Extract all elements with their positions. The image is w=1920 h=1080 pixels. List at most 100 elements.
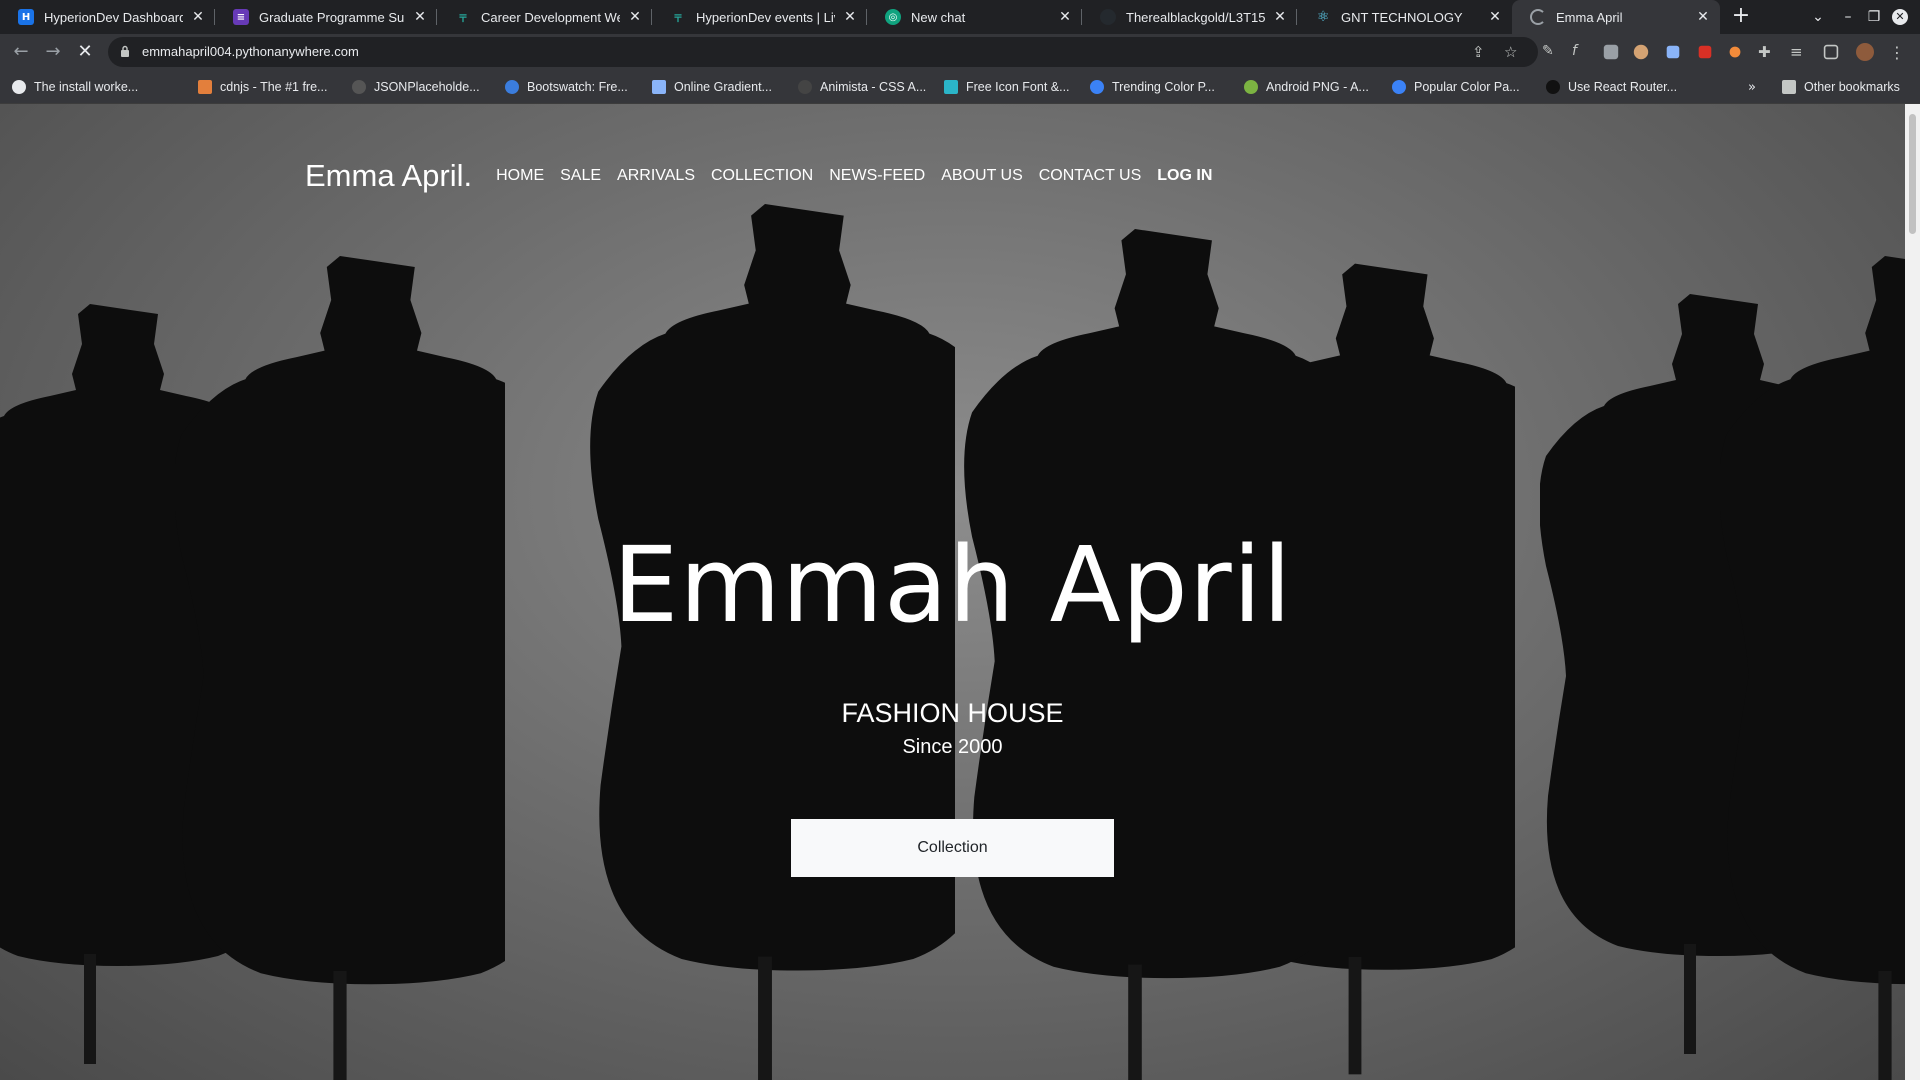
forward-arrow-icon[interactable]: → [40, 39, 66, 65]
loading-icon [1530, 9, 1546, 25]
close-icon[interactable]: ✕ [413, 9, 427, 25]
url-text[interactable]: emmahapril004.pythonanywhere.com [142, 44, 359, 59]
medium-icon [1546, 80, 1560, 94]
avatar-extension-icon[interactable] [1633, 44, 1649, 60]
color-palette-icon [1090, 80, 1104, 94]
tab-title: Career Development Wel [481, 9, 620, 25]
bookmark-item[interactable]: cdnjs - The #1 fre... [198, 78, 327, 96]
hyperiondev-icon: H [18, 9, 34, 25]
media-control-icon[interactable]: ≡ [1790, 43, 1808, 61]
other-bookmarks-folder[interactable]: Other bookmarks [1782, 78, 1900, 96]
browser-toolbar: ← → ✕ emmahapril004.pythonanywhere.com ⇪… [0, 34, 1920, 70]
bookmark-label: Use React Router... [1568, 80, 1678, 94]
close-icon[interactable]: ✕ [843, 9, 857, 25]
page-scrollbar[interactable] [1905, 104, 1920, 1080]
stop-loading-icon[interactable]: ✕ [72, 39, 98, 65]
bookmark-item[interactable]: Bootswatch: Fre... [505, 78, 628, 96]
tab-career-development[interactable]: 〒 Career Development Wel ✕ [437, 0, 652, 34]
nav-sale[interactable]: SALE [560, 167, 601, 185]
mannequin-shape [175, 256, 505, 1080]
collection-button[interactable]: Collection [791, 819, 1114, 877]
new-tab-button[interactable]: + [1728, 4, 1754, 30]
bookmark-label: The install worke... [34, 80, 139, 94]
profile-avatar-icon[interactable] [1856, 43, 1874, 61]
tab-gnt-technology[interactable]: ⚛ GNT TECHNOLOGY ✕ [1297, 0, 1512, 34]
menu-kebab-icon[interactable]: ⋮ [1888, 43, 1906, 62]
animista-icon [798, 80, 812, 94]
json-icon [352, 80, 366, 94]
tab-strip: H HyperionDev Dashboard ✕ ≡ Graduate Pro… [0, 0, 1920, 34]
page-viewport: Emma April. HOME SALE ARRIVALS COLLECTIO… [0, 104, 1905, 1080]
bookmark-item[interactable]: Popular Color Pa... [1392, 78, 1520, 96]
share-icon[interactable]: ⇪ [1472, 43, 1485, 61]
pen-extension-icon[interactable]: ✎ [1542, 43, 1560, 61]
gradient-icon [652, 80, 666, 94]
nav-about-us[interactable]: ABOUT US [941, 167, 1023, 185]
side-panel-icon[interactable] [1823, 44, 1839, 60]
bootswatch-icon [505, 80, 519, 94]
bookmarks-bar: The install worke... cdnjs - The #1 fre.… [0, 70, 1920, 104]
tab-hyperiondev-events[interactable]: 〒 HyperionDev events | Live ✕ [652, 0, 867, 34]
tab-emma-april[interactable]: Emma April ✕ [1512, 0, 1720, 34]
nav-news-feed[interactable]: NEWS-FEED [829, 167, 925, 185]
close-icon[interactable]: ✕ [1273, 9, 1287, 25]
site-navbar: Emma April. HOME SALE ARRIVALS COLLECTIO… [305, 156, 1228, 196]
code-icon [198, 80, 212, 94]
close-icon[interactable]: ✕ [1488, 9, 1502, 25]
lock-icon [121, 45, 129, 57]
tab-github-repo[interactable]: Therealblackgold/L3T15- ✕ [1082, 0, 1297, 34]
address-bar[interactable]: emmahapril004.pythonanywhere.com ⇪ ☆ [108, 37, 1538, 67]
back-arrow-icon[interactable]: ← [8, 39, 34, 65]
scrollbar-thumb[interactable] [1909, 114, 1916, 234]
close-icon[interactable]: ✕ [191, 9, 205, 25]
bookmark-item[interactable]: Android PNG - A... [1244, 78, 1369, 96]
close-icon[interactable]: ✕ [1696, 9, 1710, 25]
site-logo[interactable]: Emma April. [305, 158, 472, 194]
bookmark-label: cdnjs - The #1 fre... [220, 80, 328, 94]
bookmark-label: Free Icon Font &... [966, 80, 1070, 94]
bookmark-item[interactable]: Trending Color P... [1090, 78, 1215, 96]
bookmark-label: Bootswatch: Fre... [527, 80, 628, 94]
hyperiondev-icon: 〒 [458, 13, 468, 25]
tab-hyperiondev-dashboard[interactable]: H HyperionDev Dashboard ✕ [0, 0, 215, 34]
bookmark-label: Animista - CSS A... [820, 80, 927, 94]
android-icon [1244, 80, 1258, 94]
orange-extension-icon[interactable] [1729, 46, 1741, 58]
nav-log-in[interactable]: LOG IN [1157, 167, 1212, 185]
minimize-icon[interactable]: – [1836, 0, 1860, 34]
hero-title: Emmah April [612, 524, 1293, 646]
bookmark-item[interactable]: Online Gradient... [652, 78, 772, 96]
window-close-icon[interactable]: ✕ [1888, 0, 1912, 34]
tab-title: HyperionDev events | Live [696, 9, 835, 25]
bookmark-item[interactable]: Animista - CSS A... [798, 78, 926, 96]
bookmark-item[interactable]: Free Icon Font &... [944, 78, 1070, 96]
bookmark-star-icon[interactable]: ☆ [1504, 43, 1517, 61]
more-bookmarks-icon[interactable]: » [1748, 78, 1756, 96]
formula-extension-icon[interactable]: f [1572, 43, 1590, 61]
nav-collection[interactable]: COLLECTION [711, 167, 813, 185]
nav-arrivals[interactable]: ARRIVALS [617, 167, 695, 185]
extensions-puzzle-icon[interactable]: ✚ [1758, 43, 1776, 61]
tab-title: HyperionDev Dashboard [44, 9, 183, 25]
camera-extension-icon[interactable] [1603, 44, 1619, 60]
nav-home[interactable]: HOME [496, 167, 544, 185]
flag-icon [944, 80, 958, 94]
tab-search-icon[interactable]: ⌄ [1806, 0, 1830, 34]
tab-title: New chat [911, 9, 966, 25]
bookmark-item[interactable]: The install worke... [12, 78, 138, 96]
close-icon[interactable]: ✕ [1058, 9, 1072, 25]
bookmark-label: Online Gradient... [674, 80, 772, 94]
maximize-icon[interactable]: ❐ [1862, 0, 1886, 34]
bookmark-item[interactable]: Use React Router... [1546, 78, 1677, 96]
tab-graduate-programme[interactable]: ≡ Graduate Programme Su ✕ [215, 0, 437, 34]
globe-icon [12, 80, 26, 94]
bookmark-item[interactable]: JSONPlaceholde... [352, 78, 480, 96]
tab-new-chat[interactable]: ◎ New chat ✕ [867, 0, 1082, 34]
bookmark-label: JSONPlaceholde... [374, 80, 480, 94]
red-extension-icon[interactable] [1698, 45, 1712, 59]
nav-contact-us[interactable]: CONTACT US [1039, 167, 1142, 185]
bookmark-label: Trending Color P... [1112, 80, 1215, 94]
hero-since-text: Since 2000 [902, 736, 1003, 758]
docs-extension-icon[interactable] [1666, 45, 1680, 59]
close-icon[interactable]: ✕ [628, 9, 642, 25]
